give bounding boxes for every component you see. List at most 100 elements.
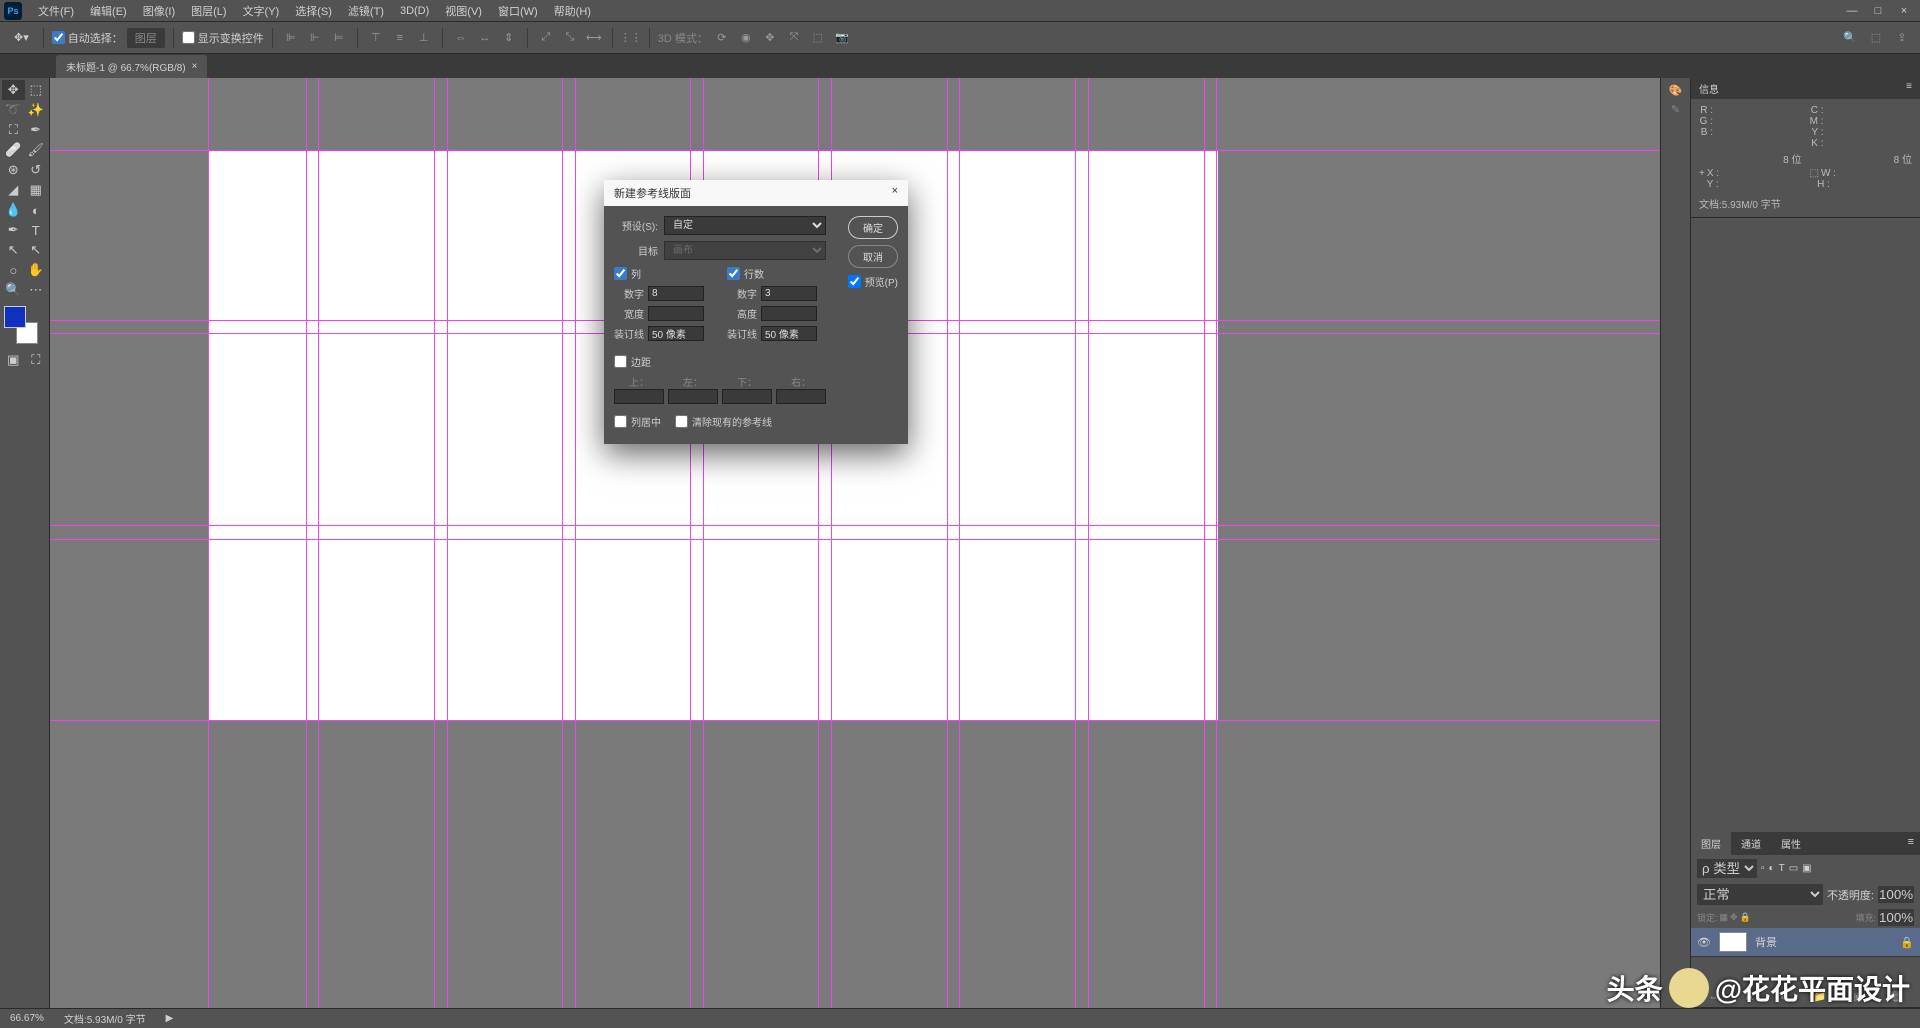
align-top-icon[interactable]: ⊤	[366, 28, 386, 48]
path-tool[interactable]: ↖	[2, 240, 25, 260]
auto-select-target[interactable]: 图层	[127, 28, 165, 48]
screenmode-tool[interactable]: ⛶	[25, 350, 48, 370]
guide-vertical[interactable]	[575, 78, 576, 1008]
healing-tool[interactable]: 🩹	[2, 140, 25, 160]
status-flyout-icon[interactable]: ▶	[166, 1013, 174, 1024]
share-icon[interactable]: ⇪	[1892, 28, 1912, 48]
menu-type[interactable]: 文字(Y)	[235, 0, 288, 22]
pen-tool[interactable]: ✒	[2, 220, 25, 240]
brush-tool[interactable]: 🖌	[25, 140, 48, 160]
align-vcenter-icon[interactable]: ≡	[390, 28, 410, 48]
distribute-t-icon[interactable]: ⤢	[536, 28, 556, 48]
guide-vertical[interactable]	[208, 78, 209, 1008]
distribute-h-icon[interactable]: ⇔	[451, 28, 471, 48]
layer-thumbnail[interactable]	[1719, 932, 1747, 952]
3d-camera-icon[interactable]: 📷	[832, 28, 852, 48]
guide-horizontal[interactable]	[50, 525, 1660, 526]
move-tool-indicator[interactable]: ✥▾	[8, 31, 35, 44]
visibility-icon[interactable]: 👁	[1697, 936, 1711, 949]
tab-properties[interactable]: 属性	[1771, 832, 1811, 855]
row-height-input[interactable]	[761, 306, 817, 321]
hand-tool[interactable]: ✋	[25, 260, 48, 280]
distribute-hc-icon[interactable]: ↔	[475, 28, 495, 48]
marquee-tool[interactable]: ⬚	[25, 80, 48, 100]
guide-vertical[interactable]	[434, 78, 435, 1008]
guide-horizontal[interactable]	[50, 150, 1660, 151]
blend-mode-select[interactable]: 正常	[1697, 884, 1823, 905]
search-icon[interactable]: 🔍	[1840, 28, 1860, 48]
shape-tool[interactable]: ○	[2, 260, 25, 280]
3d-orbit-icon[interactable]: ⟳	[712, 28, 732, 48]
align-right-icon[interactable]: ⊨	[329, 28, 349, 48]
dialog-titlebar[interactable]: 新建参考线版面 ×	[604, 180, 908, 206]
lock-position-icon[interactable]: ✥	[1730, 912, 1738, 923]
menu-window[interactable]: 窗口(W)	[490, 0, 546, 22]
opacity-input[interactable]	[1878, 886, 1914, 903]
quickmask-tool[interactable]: ▣	[2, 350, 25, 370]
margin-checkbox[interactable]	[614, 355, 627, 368]
menu-view[interactable]: 视图(V)	[437, 0, 490, 22]
menu-select[interactable]: 选择(S)	[287, 0, 340, 22]
layer-item-background[interactable]: 👁 背景 🔒	[1691, 928, 1920, 957]
ok-button[interactable]: 确定	[848, 216, 898, 239]
document-tab[interactable]: 未标题-1 @ 66.7%(RGB/8) ×	[56, 55, 207, 78]
guide-vertical[interactable]	[1075, 78, 1076, 1008]
auto-select-input[interactable]	[52, 31, 65, 44]
3d-slide-icon[interactable]: ⤧	[784, 28, 804, 48]
row-gutter-input[interactable]	[761, 326, 817, 341]
eraser-tool[interactable]: ◢	[2, 180, 25, 200]
maximize-icon[interactable]: □	[1866, 3, 1890, 19]
distribute-b-icon[interactable]: ⟷	[584, 28, 604, 48]
wand-tool[interactable]: ✨	[25, 100, 48, 120]
gradient-tool[interactable]: ▦	[25, 180, 48, 200]
align-hcenter-icon[interactable]: ⊩	[305, 28, 325, 48]
filter-smart-icon[interactable]: ▣	[1802, 863, 1811, 874]
document-tab-close-icon[interactable]: ×	[192, 61, 198, 72]
guide-vertical[interactable]	[1088, 78, 1089, 1008]
distribute-v-icon[interactable]: ⇕	[499, 28, 519, 48]
close-icon[interactable]: ×	[1892, 3, 1916, 19]
tab-layers[interactable]: 图层	[1691, 832, 1731, 855]
menu-image[interactable]: 图像(I)	[135, 0, 183, 22]
menu-help[interactable]: 帮助(H)	[546, 0, 599, 22]
history-brush-tool[interactable]: ↺	[25, 160, 48, 180]
color-panel-icon[interactable]: 🎨	[1669, 84, 1683, 97]
guide-vertical[interactable]	[1216, 78, 1217, 1008]
edit-toolbar[interactable]: ⋯	[25, 280, 48, 300]
panel-menu-icon[interactable]: ≡	[1906, 81, 1912, 96]
dodge-tool[interactable]: ◐	[25, 200, 48, 220]
tab-channels[interactable]: 通道	[1731, 832, 1771, 855]
dialog-close-icon[interactable]: ×	[892, 185, 898, 201]
guide-vertical[interactable]	[959, 78, 960, 1008]
zoom-level[interactable]: 66.67%	[10, 1013, 44, 1024]
lock-pixels-icon[interactable]: ▦	[1720, 912, 1729, 923]
menu-edit[interactable]: 编辑(E)	[82, 0, 135, 22]
distribute-vc-icon[interactable]: ⤡	[560, 28, 580, 48]
guide-horizontal[interactable]	[50, 539, 1660, 540]
filter-shape-icon[interactable]: ▭	[1789, 863, 1798, 874]
guide-horizontal[interactable]	[50, 720, 1660, 721]
3d-pan-icon[interactable]: ✥	[760, 28, 780, 48]
fill-input[interactable]	[1878, 909, 1914, 926]
more-align-icon[interactable]: ⋮⋮	[621, 28, 641, 48]
layer-filter-type[interactable]: ρ 类型	[1697, 859, 1757, 878]
color-swatches[interactable]	[4, 306, 42, 344]
preview-checkbox[interactable]	[848, 275, 861, 288]
center-cols-checkbox[interactable]	[614, 415, 627, 428]
menu-layer[interactable]: 图层(L)	[183, 0, 234, 22]
clear-existing-checkbox[interactable]	[675, 415, 688, 428]
target-select[interactable]: 画布	[664, 241, 826, 260]
auto-select-checkbox[interactable]: 自动选择：	[52, 30, 123, 46]
guide-vertical[interactable]	[447, 78, 448, 1008]
zoom-tool[interactable]: 🔍	[2, 280, 25, 300]
align-left-icon[interactable]: ⊫	[281, 28, 301, 48]
workspace-icon[interactable]: ⬚	[1866, 28, 1886, 48]
layers-menu-icon[interactable]: ≡	[1902, 832, 1920, 855]
preset-select[interactable]: 自定	[664, 216, 826, 235]
menu-file[interactable]: 文件(F)	[30, 0, 82, 22]
col-width-input[interactable]	[648, 306, 704, 321]
align-bottom-icon[interactable]: ⊥	[414, 28, 434, 48]
minimize-icon[interactable]: —	[1840, 3, 1864, 19]
filter-pixel-icon[interactable]: ▫	[1761, 863, 1765, 874]
blur-tool[interactable]: 💧	[2, 200, 25, 220]
